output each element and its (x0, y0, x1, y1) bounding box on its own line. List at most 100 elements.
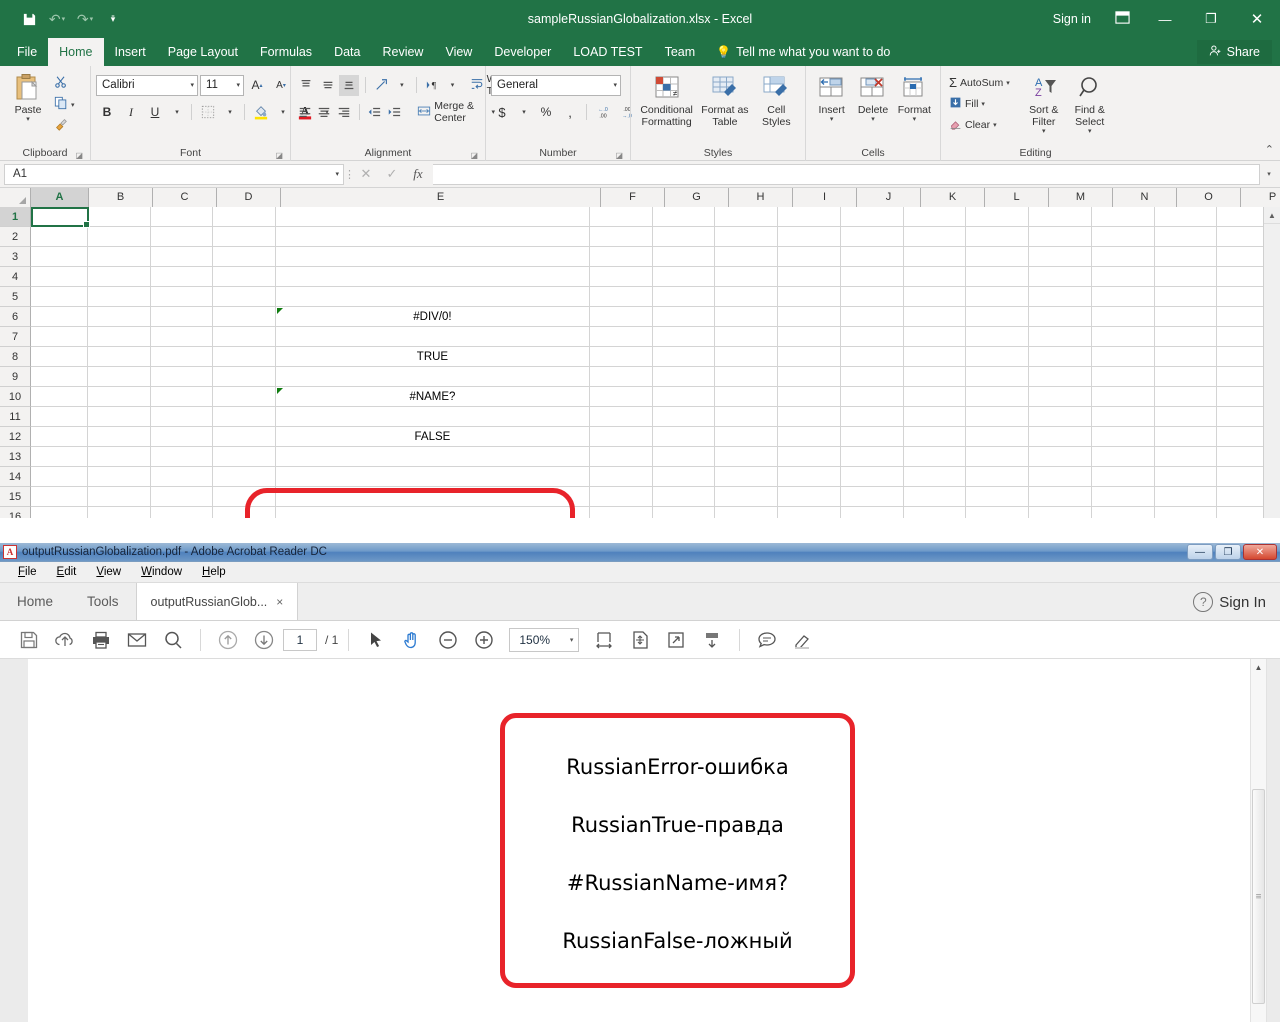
column-header-P[interactable]: P (1241, 188, 1280, 207)
cell-K6[interactable] (904, 307, 967, 327)
pdf-vertical-scrollbar[interactable]: ▲ (1250, 659, 1267, 1022)
cell-F16[interactable] (590, 507, 653, 518)
row-header-15[interactable]: 15 (0, 487, 31, 507)
cell-B7[interactable] (88, 327, 151, 347)
column-header-M[interactable]: M (1049, 188, 1113, 207)
cell-E6[interactable]: #DIV/0! (276, 307, 590, 327)
borders-button[interactable] (197, 102, 219, 123)
cell-styles-button[interactable]: Cell Styles (753, 69, 800, 128)
cell-L6[interactable] (966, 307, 1029, 327)
name-box[interactable]: A1 ▾ (4, 164, 344, 185)
clipboard-dialog-launcher[interactable]: ◪ (75, 151, 83, 160)
cell-J2[interactable] (841, 227, 904, 247)
cell-O7[interactable] (1155, 327, 1218, 347)
cell-I15[interactable] (778, 487, 841, 507)
formula-input[interactable] (433, 164, 1260, 185)
cell-B6[interactable] (88, 307, 151, 327)
find-select-dropdown-icon[interactable]: ▾ (1088, 128, 1092, 136)
cell-H6[interactable] (715, 307, 778, 327)
cell-L15[interactable] (966, 487, 1029, 507)
row-header-2[interactable]: 2 (0, 227, 31, 247)
ribbon-display-options-icon[interactable] (1103, 10, 1142, 29)
cell-J15[interactable] (841, 487, 904, 507)
cell-M3[interactable] (1029, 247, 1092, 267)
save-icon[interactable] (16, 7, 42, 31)
font-size-combo[interactable]: 11 ▾ (200, 75, 244, 96)
cell-A11[interactable] (31, 407, 88, 427)
cell-E13[interactable] (276, 447, 590, 467)
customize-qat-icon[interactable]: ▾̄ (100, 7, 126, 31)
cell-I9[interactable] (778, 367, 841, 387)
text-direction-button[interactable]: ¶ (423, 75, 443, 96)
cell-F11[interactable] (590, 407, 653, 427)
column-header-C[interactable]: C (153, 188, 217, 207)
sort-filter-dropdown-icon[interactable]: ▾ (1042, 128, 1046, 136)
tab-tools[interactable]: Tools (70, 583, 136, 620)
cell-D8[interactable] (213, 347, 276, 367)
cell-F9[interactable] (590, 367, 653, 387)
cell-C4[interactable] (151, 267, 214, 287)
cell-N4[interactable] (1092, 267, 1155, 287)
number-dialog-launcher[interactable]: ◪ (615, 151, 623, 160)
cell-D15[interactable] (213, 487, 276, 507)
tab-team[interactable]: Team (654, 38, 707, 66)
cell-J11[interactable] (841, 407, 904, 427)
column-header-L[interactable]: L (985, 188, 1049, 207)
cell-L5[interactable] (966, 287, 1029, 307)
cell-E8[interactable]: TRUE (276, 347, 590, 367)
cell-G15[interactable] (653, 487, 716, 507)
share-button[interactable]: Share (1197, 40, 1272, 64)
number-format-combo[interactable]: General ▾ (491, 75, 621, 96)
cell-H1[interactable] (715, 207, 778, 227)
alignment-dialog-launcher[interactable]: ◪ (470, 151, 478, 160)
cell-N11[interactable] (1092, 407, 1155, 427)
cell-C10[interactable] (151, 387, 214, 407)
tab-formulas[interactable]: Formulas (249, 38, 323, 66)
cell-L1[interactable] (966, 207, 1029, 227)
cell-H7[interactable] (715, 327, 778, 347)
cell-K3[interactable] (904, 247, 967, 267)
pdf-scroll-up-icon[interactable]: ▲ (1251, 659, 1266, 676)
tab-document[interactable]: outputRussianGlob... × (136, 583, 299, 620)
cell-K13[interactable] (904, 447, 967, 467)
cell-B5[interactable] (88, 287, 151, 307)
menu-edit[interactable]: Edit (47, 566, 87, 578)
cell-A16[interactable] (31, 507, 88, 518)
cell-D13[interactable] (213, 447, 276, 467)
row-header-3[interactable]: 3 (0, 247, 31, 267)
cell-L11[interactable] (966, 407, 1029, 427)
cell-E7[interactable] (276, 327, 590, 347)
cell-J13[interactable] (841, 447, 904, 467)
cell-D12[interactable] (213, 427, 276, 447)
align-left-button[interactable] (296, 102, 314, 123)
cell-A2[interactable] (31, 227, 88, 247)
cell-B8[interactable] (88, 347, 151, 367)
row-header-10[interactable]: 10 (0, 387, 31, 407)
cell-M4[interactable] (1029, 267, 1092, 287)
increase-indent-button[interactable] (385, 102, 403, 123)
cell-C1[interactable] (151, 207, 214, 227)
cell-H8[interactable] (715, 347, 778, 367)
cell-H11[interactable] (715, 407, 778, 427)
column-header-K[interactable]: K (921, 188, 985, 207)
number-format-dropdown-icon[interactable]: ▾ (613, 81, 617, 89)
previous-page-icon[interactable] (211, 625, 245, 655)
cell-F8[interactable] (590, 347, 653, 367)
cell-H10[interactable] (715, 387, 778, 407)
acrobat-restore-button[interactable]: ❐ (1215, 544, 1241, 560)
tab-file[interactable]: File (6, 38, 48, 66)
cell-A15[interactable] (31, 487, 88, 507)
paste-button[interactable]: Paste ▾ (5, 69, 51, 124)
cell-A13[interactable] (31, 447, 88, 467)
row-header-16[interactable]: 16 (0, 507, 31, 518)
pdf-scrollbar-thumb[interactable] (1252, 789, 1265, 1004)
cell-D10[interactable] (213, 387, 276, 407)
redo-icon[interactable]: ↷▾ (72, 7, 98, 31)
tab-insert[interactable]: Insert (104, 38, 157, 66)
cell-M16[interactable] (1029, 507, 1092, 518)
column-header-J[interactable]: J (857, 188, 921, 207)
font-size-dropdown-icon[interactable]: ▾ (236, 81, 240, 89)
cell-J4[interactable] (841, 267, 904, 287)
cell-A10[interactable] (31, 387, 88, 407)
column-header-N[interactable]: N (1113, 188, 1177, 207)
